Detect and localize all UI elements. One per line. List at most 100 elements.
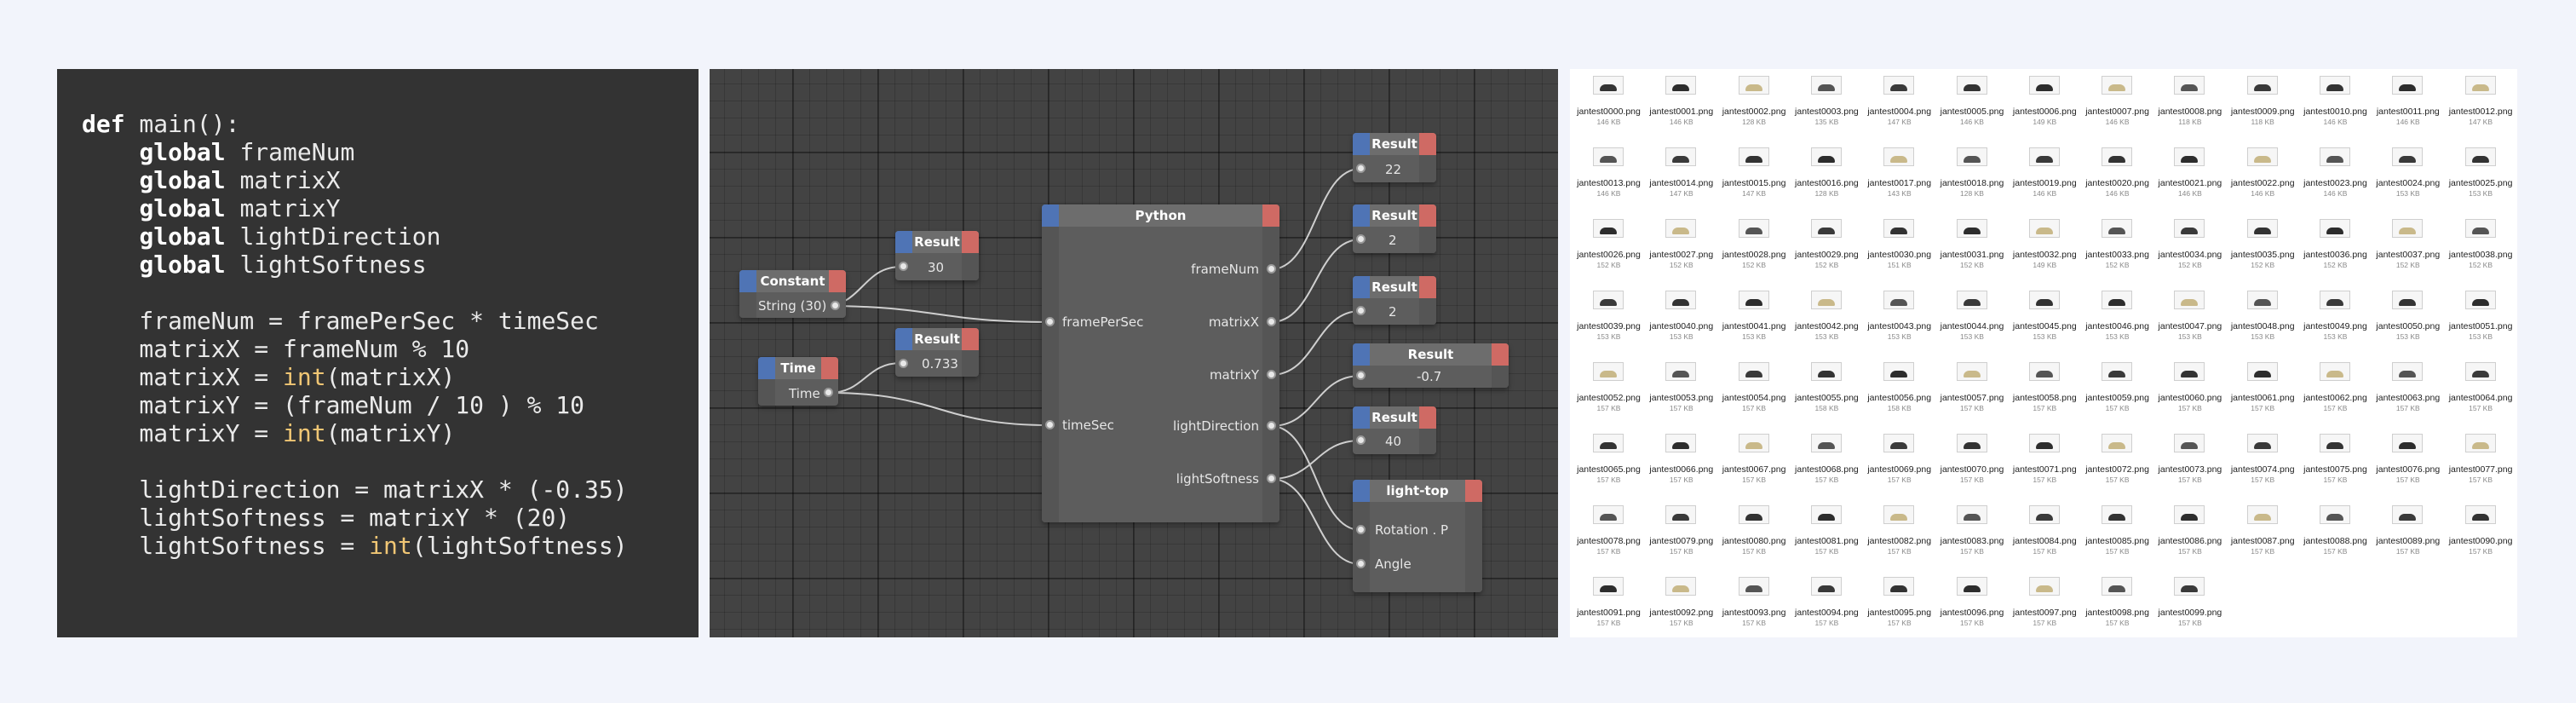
result-input-port[interactable] xyxy=(899,359,908,368)
file-item[interactable]: jantest0011.png 146 KB xyxy=(2372,72,2444,144)
file-item[interactable]: jantest0088.png 157 KB xyxy=(2299,502,2372,573)
file-item[interactable]: jantest0081.png 157 KB xyxy=(1791,502,1863,573)
python-output-port-lightdirection[interactable] xyxy=(1267,421,1276,430)
file-item[interactable]: jantest0027.png 152 KB xyxy=(1645,216,1717,287)
file-item[interactable]: jantest0007.png 146 KB xyxy=(2081,72,2153,144)
file-item[interactable]: jantest0010.png 146 KB xyxy=(2299,72,2372,144)
file-item[interactable]: jantest0060.png 157 KB xyxy=(2153,359,2226,430)
file-item[interactable]: jantest0040.png 153 KB xyxy=(1645,287,1717,359)
file-item[interactable]: jantest0066.png 157 KB xyxy=(1645,430,1717,502)
file-item[interactable]: jantest0006.png 149 KB xyxy=(2009,72,2081,144)
file-item[interactable]: jantest0056.png 158 KB xyxy=(1863,359,1935,430)
file-item[interactable]: jantest0097.png 157 KB xyxy=(2009,573,2081,645)
file-item[interactable]: jantest0099.png 157 KB xyxy=(2153,573,2226,645)
file-item[interactable]: jantest0096.png 157 KB xyxy=(1936,573,2009,645)
file-item[interactable]: jantest0092.png 157 KB xyxy=(1645,573,1717,645)
file-item[interactable]: jantest0002.png 128 KB xyxy=(1718,72,1791,144)
file-item[interactable]: jantest0084.png 157 KB xyxy=(2009,502,2081,573)
file-item[interactable]: jantest0073.png 157 KB xyxy=(2153,430,2226,502)
file-item[interactable]: jantest0001.png 146 KB xyxy=(1645,72,1717,144)
result-node-framepersec[interactable]: Result 30 xyxy=(895,231,979,280)
file-item[interactable]: jantest0069.png 157 KB xyxy=(1863,430,1935,502)
file-item[interactable]: jantest0039.png 153 KB xyxy=(1573,287,1645,359)
node-editor-panel[interactable]: Constant String (30) Time Time Result 30… xyxy=(710,69,1558,637)
light-top-node[interactable]: light-top Rotation . P Angle xyxy=(1353,480,1482,592)
file-item[interactable]: jantest0098.png 157 KB xyxy=(2081,573,2153,645)
file-item[interactable]: jantest0072.png 157 KB xyxy=(2081,430,2153,502)
file-item[interactable]: jantest0055.png 158 KB xyxy=(1791,359,1863,430)
file-item[interactable]: jantest0024.png 153 KB xyxy=(2372,144,2444,216)
file-item[interactable]: jantest0085.png 157 KB xyxy=(2081,502,2153,573)
time-output-port[interactable] xyxy=(824,388,833,397)
file-item[interactable]: jantest0034.png 152 KB xyxy=(2153,216,2226,287)
result-input-port[interactable] xyxy=(1356,234,1366,244)
file-item[interactable]: jantest0053.png 157 KB xyxy=(1645,359,1717,430)
file-item[interactable]: jantest0086.png 157 KB xyxy=(2153,502,2226,573)
file-item[interactable]: jantest0068.png 157 KB xyxy=(1791,430,1863,502)
file-item[interactable]: jantest0033.png 152 KB xyxy=(2081,216,2153,287)
file-item[interactable]: jantest0061.png 157 KB xyxy=(2227,359,2299,430)
file-item[interactable]: jantest0080.png 157 KB xyxy=(1718,502,1791,573)
file-item[interactable]: jantest0026.png 152 KB xyxy=(1573,216,1645,287)
file-item[interactable]: jantest0065.png 157 KB xyxy=(1573,430,1645,502)
file-item[interactable]: jantest0046.png 153 KB xyxy=(2081,287,2153,359)
file-item[interactable]: jantest0091.png 157 KB xyxy=(1573,573,1645,645)
file-item[interactable]: jantest0089.png 157 KB xyxy=(2372,502,2444,573)
file-item[interactable]: jantest0030.png 151 KB xyxy=(1863,216,1935,287)
light-top-input-port-angle[interactable] xyxy=(1356,559,1366,568)
result-input-port[interactable] xyxy=(1356,306,1366,315)
file-item[interactable]: jantest0063.png 157 KB xyxy=(2372,359,2444,430)
result-node-lightsoftness[interactable]: Result 40 xyxy=(1353,406,1436,454)
file-item[interactable]: jantest0023.png 146 KB xyxy=(2299,144,2372,216)
file-item[interactable]: jantest0036.png 152 KB xyxy=(2299,216,2372,287)
result-input-port[interactable] xyxy=(1356,371,1366,380)
file-item[interactable]: jantest0083.png 157 KB xyxy=(1936,502,2009,573)
file-item[interactable]: jantest0042.png 153 KB xyxy=(1791,287,1863,359)
file-item[interactable]: jantest0019.png 146 KB xyxy=(2009,144,2081,216)
file-item[interactable]: jantest0043.png 153 KB xyxy=(1863,287,1935,359)
file-item[interactable]: jantest0015.png 147 KB xyxy=(1718,144,1791,216)
file-item[interactable]: jantest0045.png 153 KB xyxy=(2009,287,2081,359)
python-input-port-timesec[interactable] xyxy=(1045,420,1055,429)
file-item[interactable]: jantest0037.png 152 KB xyxy=(2372,216,2444,287)
result-input-port[interactable] xyxy=(899,262,908,271)
file-item[interactable]: jantest0071.png 157 KB xyxy=(2009,430,2081,502)
file-item[interactable]: jantest0058.png 157 KB xyxy=(2009,359,2081,430)
file-item[interactable]: jantest0070.png 157 KB xyxy=(1936,430,2009,502)
file-item[interactable]: jantest0029.png 152 KB xyxy=(1791,216,1863,287)
file-item[interactable]: jantest0005.png 146 KB xyxy=(1936,72,2009,144)
file-item[interactable]: jantest0031.png 152 KB xyxy=(1936,216,2009,287)
file-item[interactable]: jantest0054.png 157 KB xyxy=(1718,359,1791,430)
file-item[interactable]: jantest0025.png 153 KB xyxy=(2445,144,2517,216)
file-item[interactable]: jantest0076.png 157 KB xyxy=(2372,430,2444,502)
result-input-port[interactable] xyxy=(1356,164,1366,173)
result-node-lightdirection[interactable]: Result -0.7 xyxy=(1353,343,1509,388)
python-node[interactable]: Python framePerSec timeSec frameNum matr… xyxy=(1042,205,1279,522)
file-item[interactable]: jantest0008.png 118 KB xyxy=(2153,72,2226,144)
file-item[interactable]: jantest0028.png 152 KB xyxy=(1718,216,1791,287)
result-node-matrixy[interactable]: Result 2 xyxy=(1353,276,1436,325)
file-item[interactable]: jantest0057.png 157 KB xyxy=(1936,359,2009,430)
file-item[interactable]: jantest0048.png 153 KB xyxy=(2227,287,2299,359)
python-input-port-framepersec[interactable] xyxy=(1045,317,1055,326)
file-item[interactable]: jantest0032.png 149 KB xyxy=(2009,216,2081,287)
file-item[interactable]: jantest0035.png 152 KB xyxy=(2227,216,2299,287)
python-output-port-matrixx[interactable] xyxy=(1267,317,1276,326)
constant-node[interactable]: Constant String (30) xyxy=(739,270,846,318)
file-item[interactable]: jantest0052.png 157 KB xyxy=(1573,359,1645,430)
constant-node-header[interactable]: Constant xyxy=(739,270,846,292)
file-item[interactable]: jantest0009.png 118 KB xyxy=(2227,72,2299,144)
file-item[interactable]: jantest0095.png 157 KB xyxy=(1863,573,1935,645)
file-item[interactable]: jantest0064.png 157 KB xyxy=(2445,359,2517,430)
result-node-matrixx[interactable]: Result 2 xyxy=(1353,205,1436,253)
file-item[interactable]: jantest0051.png 153 KB xyxy=(2445,287,2517,359)
constant-output-port[interactable] xyxy=(831,301,840,310)
light-top-node-header[interactable]: light-top xyxy=(1353,480,1482,502)
time-node-header[interactable]: Time xyxy=(758,357,838,379)
file-item[interactable]: jantest0000.png 146 KB xyxy=(1573,72,1645,144)
file-item[interactable]: jantest0049.png 153 KB xyxy=(2299,287,2372,359)
file-item[interactable]: jantest0038.png 152 KB xyxy=(2445,216,2517,287)
result-node-framenum[interactable]: Result 22 xyxy=(1353,133,1436,182)
file-item[interactable]: jantest0090.png 157 KB xyxy=(2445,502,2517,573)
file-item[interactable]: jantest0018.png 128 KB xyxy=(1936,144,2009,216)
